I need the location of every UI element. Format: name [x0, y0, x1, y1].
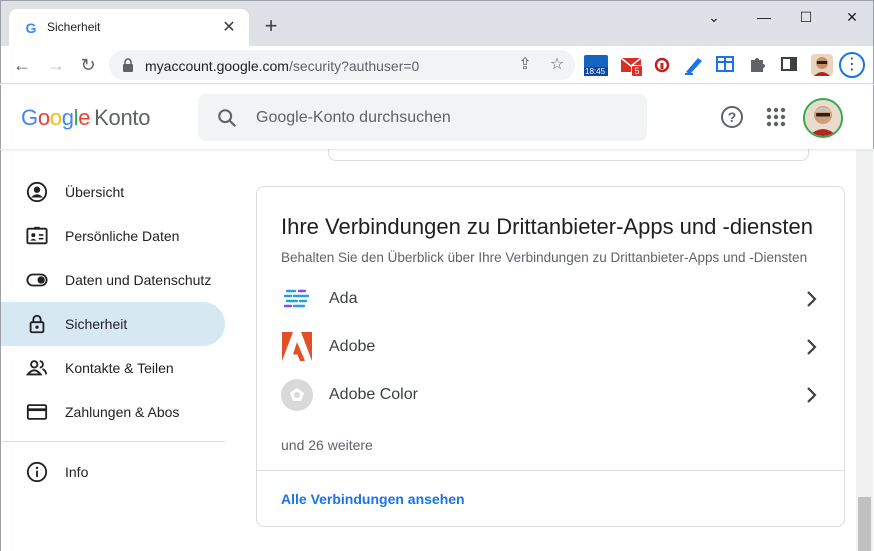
profile-avatar-small[interactable]: [809, 52, 835, 78]
account-avatar[interactable]: [803, 98, 843, 138]
calendar-extension-icon[interactable]: 18:45: [583, 52, 609, 78]
sidebar-divider: [1, 441, 225, 442]
browser-tab[interactable]: G Sicherheit ✕: [9, 9, 249, 47]
share-icon[interactable]: ⇪: [515, 55, 535, 75]
app-name: Adobe Color: [329, 386, 418, 403]
bookmark-star-icon[interactable]: ☆: [547, 55, 567, 75]
app-row-ada[interactable]: Ada: [257, 275, 844, 323]
mail-extension-icon[interactable]: 5: [619, 52, 645, 78]
sidebar-item-persoenliche-daten[interactable]: Persönliche Daten: [1, 214, 225, 258]
chrome-menu-button[interactable]: ⋮: [839, 52, 865, 78]
sidebar-item-label: Daten und Datenschutz: [65, 272, 212, 288]
adobe-color-logo-icon: [281, 379, 313, 411]
maximize-button[interactable]: ☐: [791, 7, 821, 27]
close-window-button[interactable]: ✕: [837, 7, 867, 27]
ada-logo-icon: [283, 289, 310, 308]
url-text: myaccount.google.com/security?authuser=0: [145, 58, 420, 74]
sidebar-item-label: Übersicht: [65, 184, 125, 200]
account-search-box[interactable]: Google-Konto durchsuchen: [198, 94, 647, 141]
security-extension-icon[interactable]: [651, 52, 677, 78]
tab-title: Sicherheit: [47, 20, 101, 34]
chevron-right-icon[interactable]: [799, 287, 823, 311]
people-icon: [25, 360, 48, 376]
reload-button[interactable]: ↻: [75, 52, 101, 78]
sidebar-item-uebersicht[interactable]: Übersicht: [1, 170, 225, 214]
sidebar-nav: Übersicht Persönliche Daten Daten und Da…: [0, 150, 240, 551]
sidebar-item-zahlungen[interactable]: Zahlungen & Abos: [1, 390, 225, 434]
extension-time-badge: 18:45: [585, 67, 606, 76]
app-row-adobe-color[interactable]: Adobe Color: [257, 371, 844, 419]
adobe-logo-icon: [282, 332, 312, 361]
id-card-icon: [26, 226, 48, 245]
browser-toolbar: ← → ↻ myaccount.google.com/security?auth…: [0, 46, 874, 84]
third-party-connections-card: Ihre Verbindungen zu Drittanbieter-Apps …: [256, 186, 845, 527]
card-subtitle: Behalten Sie den Überblick über Ihre Ver…: [281, 250, 808, 265]
puzzle-extensions-icon[interactable]: [745, 52, 771, 78]
card-title: Ihre Verbindungen zu Drittanbieter-Apps …: [281, 214, 814, 239]
previous-card-edge: [328, 148, 809, 161]
more-apps-count: und 26 weitere: [281, 437, 373, 453]
sidebar-item-sicherheit[interactable]: Sicherheit: [1, 302, 225, 346]
app-name: Adobe: [329, 338, 376, 355]
sidebar-item-datenschutz[interactable]: Daten und Datenschutz: [1, 258, 225, 302]
lock-icon[interactable]: [121, 57, 135, 73]
forward-button[interactable]: →: [43, 52, 69, 78]
sidebar-item-label: Kontakte & Teilen: [65, 360, 174, 376]
sidebar-item-label: Sicherheit: [65, 316, 128, 332]
mail-count-badge: 5: [631, 65, 643, 77]
page-scrollbar[interactable]: [856, 150, 873, 551]
side-panel-icon[interactable]: [777, 52, 803, 78]
chevron-right-icon[interactable]: [799, 335, 823, 359]
app-row-adobe[interactable]: Adobe: [257, 323, 844, 371]
browser-tab-strip: G Sicherheit ✕ + ⌄ — ☐ ✕: [0, 0, 874, 47]
address-bar[interactable]: myaccount.google.com/security?authuser=0…: [109, 50, 575, 80]
svg-text:?: ?: [728, 109, 737, 125]
lock-icon: [29, 314, 45, 334]
sidebar-item-label: Persönliche Daten: [65, 228, 180, 244]
chevron-right-icon[interactable]: [799, 383, 823, 407]
credit-card-icon: [26, 404, 48, 420]
sidebar-item-label: Zahlungen & Abos: [65, 404, 180, 420]
toggle-icon: [26, 273, 48, 287]
sidebar-item-label: Info: [65, 464, 89, 480]
new-tab-button[interactable]: +: [259, 15, 283, 39]
back-button[interactable]: ←: [9, 52, 35, 78]
tab-search-chevron-icon[interactable]: ⌄: [699, 7, 729, 27]
info-icon: [26, 461, 48, 483]
account-circle-icon: [26, 181, 48, 203]
sidebar-item-info[interactable]: Info: [1, 450, 225, 494]
google-apps-icon[interactable]: [765, 106, 787, 128]
close-tab-icon[interactable]: ✕: [219, 18, 239, 38]
scrollbar-thumb[interactable]: [858, 497, 871, 551]
all-connections-link[interactable]: Alle Verbindungen ansehen: [281, 491, 465, 507]
search-input[interactable]: Google-Konto durchsuchen: [256, 109, 451, 127]
sidebar-item-kontakte[interactable]: Kontakte & Teilen: [1, 346, 225, 390]
app-name: Ada: [329, 290, 358, 307]
card-divider: [257, 470, 844, 471]
account-header: Google Konto Google-Konto durchsuchen ?: [0, 85, 874, 149]
google-konto-logo[interactable]: Google Konto: [21, 105, 150, 131]
search-icon[interactable]: [216, 107, 238, 129]
help-icon[interactable]: ?: [720, 105, 744, 129]
google-favicon-icon: G: [25, 20, 37, 36]
grid-extension-icon[interactable]: [713, 52, 739, 78]
edit-extension-icon[interactable]: [681, 52, 707, 78]
minimize-button[interactable]: —: [749, 7, 779, 27]
